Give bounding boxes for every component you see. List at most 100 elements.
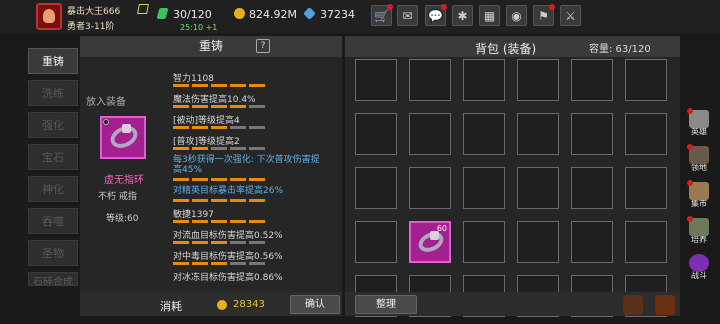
bag-slot-empty[interactable]: [463, 167, 505, 209]
quality-bar-segment: [211, 84, 227, 87]
tab-gem[interactable]: 宝石: [28, 144, 78, 170]
sort-button[interactable]: 整理: [355, 295, 417, 314]
stat-text: 智力1108: [173, 74, 214, 84]
quality-bar-segment: [192, 105, 208, 108]
quality-bar-segment: [192, 199, 208, 202]
stat-quality-bars: [173, 241, 265, 244]
quality-bar-segment: [211, 178, 227, 181]
bag-slot-empty[interactable]: [355, 59, 397, 101]
stat-quality-bars: [173, 126, 265, 129]
item-level: 等级:60: [106, 214, 139, 224]
bag-slot-empty[interactable]: [517, 113, 559, 155]
quality-bar-segment: [249, 147, 265, 150]
bag-slot-empty[interactable]: [409, 59, 451, 101]
quality-bar-segment: [173, 220, 189, 223]
quality-bar-segment: [192, 241, 208, 244]
stat-text: 敏捷1397: [173, 210, 214, 220]
market-button[interactable]: 集市: [683, 180, 715, 210]
recast-panel: 重铸 ? 放入装备 虚无指环 不朽 戒指 等级:60 智力1108 魔法伤害提高1…: [80, 36, 342, 316]
bag-slot-empty[interactable]: [517, 59, 559, 101]
stat-quality-bars: [173, 147, 265, 150]
tab-refine[interactable]: 洗练: [28, 80, 78, 106]
gem-icon: [303, 7, 316, 20]
hero-icon: [687, 108, 709, 128]
portal-icon: [689, 254, 709, 272]
top-bar: 暴击大王666 勇者3-11阶 30/120 25:10 +1 824.92M …: [0, 0, 720, 33]
bag-slot-empty[interactable]: [463, 59, 505, 101]
bag-slot-empty[interactable]: [355, 167, 397, 209]
bag-slot-empty[interactable]: [571, 221, 613, 263]
tab-devour[interactable]: 吞噬: [28, 208, 78, 234]
bag-slot-empty[interactable]: [625, 167, 667, 209]
event-icon[interactable]: ⚑: [533, 4, 555, 26]
quality-bar-segment: [211, 262, 227, 265]
bag-slot-empty[interactable]: [463, 221, 505, 263]
tab-relic[interactable]: 圣物: [28, 240, 78, 266]
stat-text: 对精英目标暴击率提高26%: [173, 186, 284, 196]
bag-item-icon[interactable]: [655, 295, 675, 315]
bag-title: 背包 (装备): [475, 42, 537, 56]
territory-button[interactable]: 领地: [683, 144, 715, 174]
mail-icon[interactable]: ✉: [397, 5, 418, 26]
wheel-icon[interactable]: ◉: [506, 5, 527, 26]
help-icon[interactable]: ?: [256, 39, 270, 53]
territory-icon: [687, 144, 709, 164]
bag-slot-empty[interactable]: [571, 167, 613, 209]
confirm-button[interactable]: 确认: [290, 295, 340, 314]
quality-bar-segment: [230, 84, 246, 87]
quality-bar-segment: [173, 241, 189, 244]
cost-value: 28343: [233, 299, 265, 310]
quality-bar-segment: [211, 147, 227, 150]
stat-text: 对中毒目标伤害提高0.56%: [173, 252, 283, 262]
armor-icon[interactable]: [623, 295, 643, 315]
bag-slot-empty[interactable]: [355, 221, 397, 263]
quality-bar-segment: [192, 147, 208, 150]
tab-deify[interactable]: 神化: [28, 176, 78, 202]
bag-slot-empty[interactable]: [517, 221, 559, 263]
stat-text: 对冰冻目标伤害提高0.86%: [173, 273, 283, 283]
tab-stone-craft[interactable]: 石碎合成: [28, 272, 78, 286]
quality-bar-segment: [230, 147, 246, 150]
bag-slot-empty[interactable]: [517, 167, 559, 209]
quality-bar-segment: [192, 126, 208, 129]
recast-footer: 消耗 28343 确认: [80, 292, 342, 316]
chat-icon[interactable]: 💬: [425, 4, 447, 26]
quality-bar-segment: [230, 262, 246, 265]
train-button[interactable]: 培养: [683, 216, 715, 246]
edit-icon[interactable]: [137, 4, 149, 14]
market-icon: [687, 180, 709, 200]
quality-bar-segment: [249, 241, 265, 244]
stat-text: [被动]等级提高4: [173, 116, 240, 126]
bag-slot-empty[interactable]: [571, 113, 613, 155]
quality-bar-segment: [173, 126, 189, 129]
equipment-slot[interactable]: [100, 116, 146, 159]
battle-icon[interactable]: ⚔: [560, 5, 581, 26]
bag-slot-empty[interactable]: [409, 167, 451, 209]
recast-title: 重铸 ?: [80, 36, 342, 57]
left-tab-list: 重铸 洗练 强化 宝石 神化 吞噬 圣物 石碎合成: [28, 48, 80, 292]
gift-icon[interactable]: ▦: [479, 5, 500, 26]
quality-bar-segment: [173, 84, 189, 87]
bag-slot-empty[interactable]: [571, 59, 613, 101]
battle-menu-button[interactable]: 战斗: [683, 254, 715, 282]
bag-slot-item[interactable]: 60: [409, 221, 451, 263]
gems-value: 37234: [320, 8, 355, 21]
shop-icon[interactable]: 🛒: [371, 4, 393, 26]
bag-slot-empty[interactable]: [355, 113, 397, 155]
bag-slot-empty[interactable]: [625, 113, 667, 155]
item-level-badge: 60: [436, 224, 447, 233]
quality-bar-segment: [173, 105, 189, 108]
bag-slot-empty[interactable]: [409, 113, 451, 155]
bag-slot-empty[interactable]: [625, 59, 667, 101]
bag-slot-empty[interactable]: [463, 113, 505, 155]
settings-icon[interactable]: ✱: [452, 5, 473, 26]
player-avatar[interactable]: [36, 3, 62, 30]
tab-enhance[interactable]: 强化: [28, 112, 78, 138]
tab-recast[interactable]: 重铸: [28, 48, 78, 74]
quality-bar-segment: [249, 84, 265, 87]
item-tags: 不朽 戒指: [98, 192, 137, 202]
game-screen: 暴击大王666 勇者3-11阶 30/120 25:10 +1 824.92M …: [0, 0, 720, 324]
slot-marker-icon: [103, 119, 109, 125]
bag-slot-empty[interactable]: [625, 221, 667, 263]
hero-button[interactable]: 英雄: [683, 108, 715, 138]
